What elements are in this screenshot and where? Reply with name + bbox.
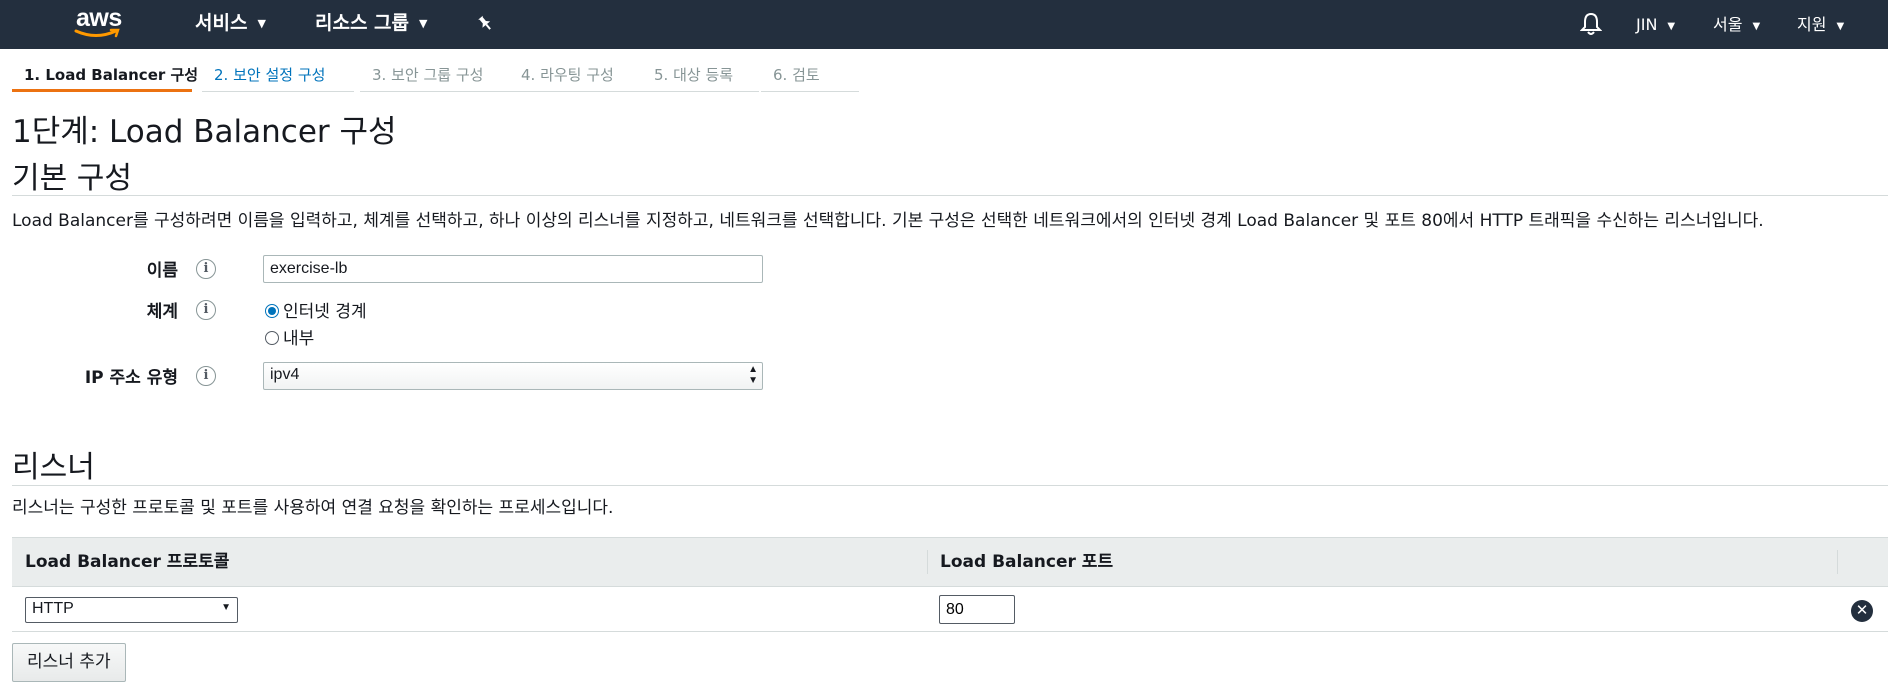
updown-arrows-icon: ▲ ▼ xyxy=(748,364,758,386)
chevron-down-icon: ▼ xyxy=(1836,21,1845,32)
tab-step-1[interactable]: 1. Load Balancer 구성 xyxy=(12,60,198,92)
basic-config-description: Load Balancer를 구성하려면 이름을 입력하고, 체계를 선택하고,… xyxy=(12,211,1764,231)
services-label: 서비스 xyxy=(195,12,248,34)
scheme-option-label: 인터넷 경계 xyxy=(283,302,367,322)
column-separator xyxy=(1837,550,1838,574)
aws-logo[interactable]: aws xyxy=(74,4,130,42)
ip-address-type-label: IP 주소 유형 xyxy=(84,368,178,388)
resource-groups-label: 리소스 그룹 xyxy=(315,12,410,34)
bell-icon[interactable] xyxy=(1579,0,1604,49)
listeners-description: 리스너는 구성한 프로토콜 및 포트를 사용하여 연결 요청을 확인하는 프로세… xyxy=(12,498,614,518)
chevron-down-icon: ▼ xyxy=(1752,21,1761,32)
aws-smile-icon xyxy=(74,28,120,38)
resource-groups-menu[interactable]: 리소스 그룹 ▼ xyxy=(315,0,427,49)
remove-listener-icon[interactable]: ✕ xyxy=(1851,600,1873,622)
page-title: 1단계: Load Balancer 구성 xyxy=(12,114,397,150)
ip-address-type-select[interactable]: ipv4 ▲ ▼ xyxy=(263,362,763,390)
scheme-option-internet-facing[interactable]: 인터넷 경계 xyxy=(265,297,367,322)
user-label: JIN xyxy=(1636,15,1658,34)
chevron-down-icon: ▼ xyxy=(419,17,428,30)
column-separator xyxy=(927,550,928,574)
region-label: 서울 xyxy=(1713,15,1743,34)
port-input[interactable] xyxy=(939,595,1015,624)
chevron-down-icon: ▼ xyxy=(221,602,231,613)
support-label: 지원 xyxy=(1797,15,1827,34)
column-header-protocol: Load Balancer 프로토콜 xyxy=(25,552,230,572)
support-menu[interactable]: 지원 ▼ xyxy=(1797,0,1844,49)
ip-address-type-value: ipv4 xyxy=(270,366,300,383)
name-input[interactable] xyxy=(263,255,763,283)
listeners-heading: 리스너 xyxy=(12,450,95,485)
info-icon[interactable]: i xyxy=(196,259,216,279)
tab-step-5[interactable]: 5. 대상 등록 xyxy=(642,60,759,92)
chevron-down-icon: ▼ xyxy=(257,17,266,30)
pin-icon[interactable] xyxy=(476,0,498,49)
info-icon[interactable]: i xyxy=(196,366,216,386)
listeners-table-header: Load Balancer 프로토콜 Load Balancer 포트 xyxy=(12,537,1888,587)
protocol-value: HTTP xyxy=(32,600,74,617)
region-menu[interactable]: 서울 ▼ xyxy=(1713,0,1760,49)
tab-step-3[interactable]: 3. 보안 그룹 구성 xyxy=(360,60,512,92)
tab-step-4[interactable]: 4. 라우팅 구성 xyxy=(509,60,642,92)
radio-selected-icon[interactable] xyxy=(265,304,279,318)
divider xyxy=(12,485,1888,486)
radio-unselected-icon[interactable] xyxy=(265,331,279,345)
tab-step-6[interactable]: 6. 검토 xyxy=(761,60,859,92)
basic-config-heading: 기본 구성 xyxy=(12,161,132,196)
user-menu[interactable]: JIN ▼ xyxy=(1636,0,1675,49)
info-icon[interactable]: i xyxy=(196,300,216,320)
scheme-option-internal[interactable]: 내부 xyxy=(265,324,314,349)
chevron-down-icon: ▼ xyxy=(1667,21,1676,32)
scheme-option-label: 내부 xyxy=(283,329,315,349)
top-navigation-bar: aws 서비스 ▼ 리소스 그룹 ▼ JIN ▼ 서울 ▼ 지원 ▼ xyxy=(0,0,1888,49)
protocol-select[interactable]: HTTP ▼ xyxy=(25,597,238,623)
column-header-port: Load Balancer 포트 xyxy=(940,552,1114,572)
scheme-label: 체계 xyxy=(146,302,178,322)
services-menu[interactable]: 서비스 ▼ xyxy=(195,0,266,49)
add-listener-button[interactable]: 리스너 추가 xyxy=(12,643,126,682)
tab-step-2[interactable]: 2. 보안 설정 구성 xyxy=(202,60,354,92)
name-label: 이름 xyxy=(146,261,178,281)
divider xyxy=(12,195,1888,196)
